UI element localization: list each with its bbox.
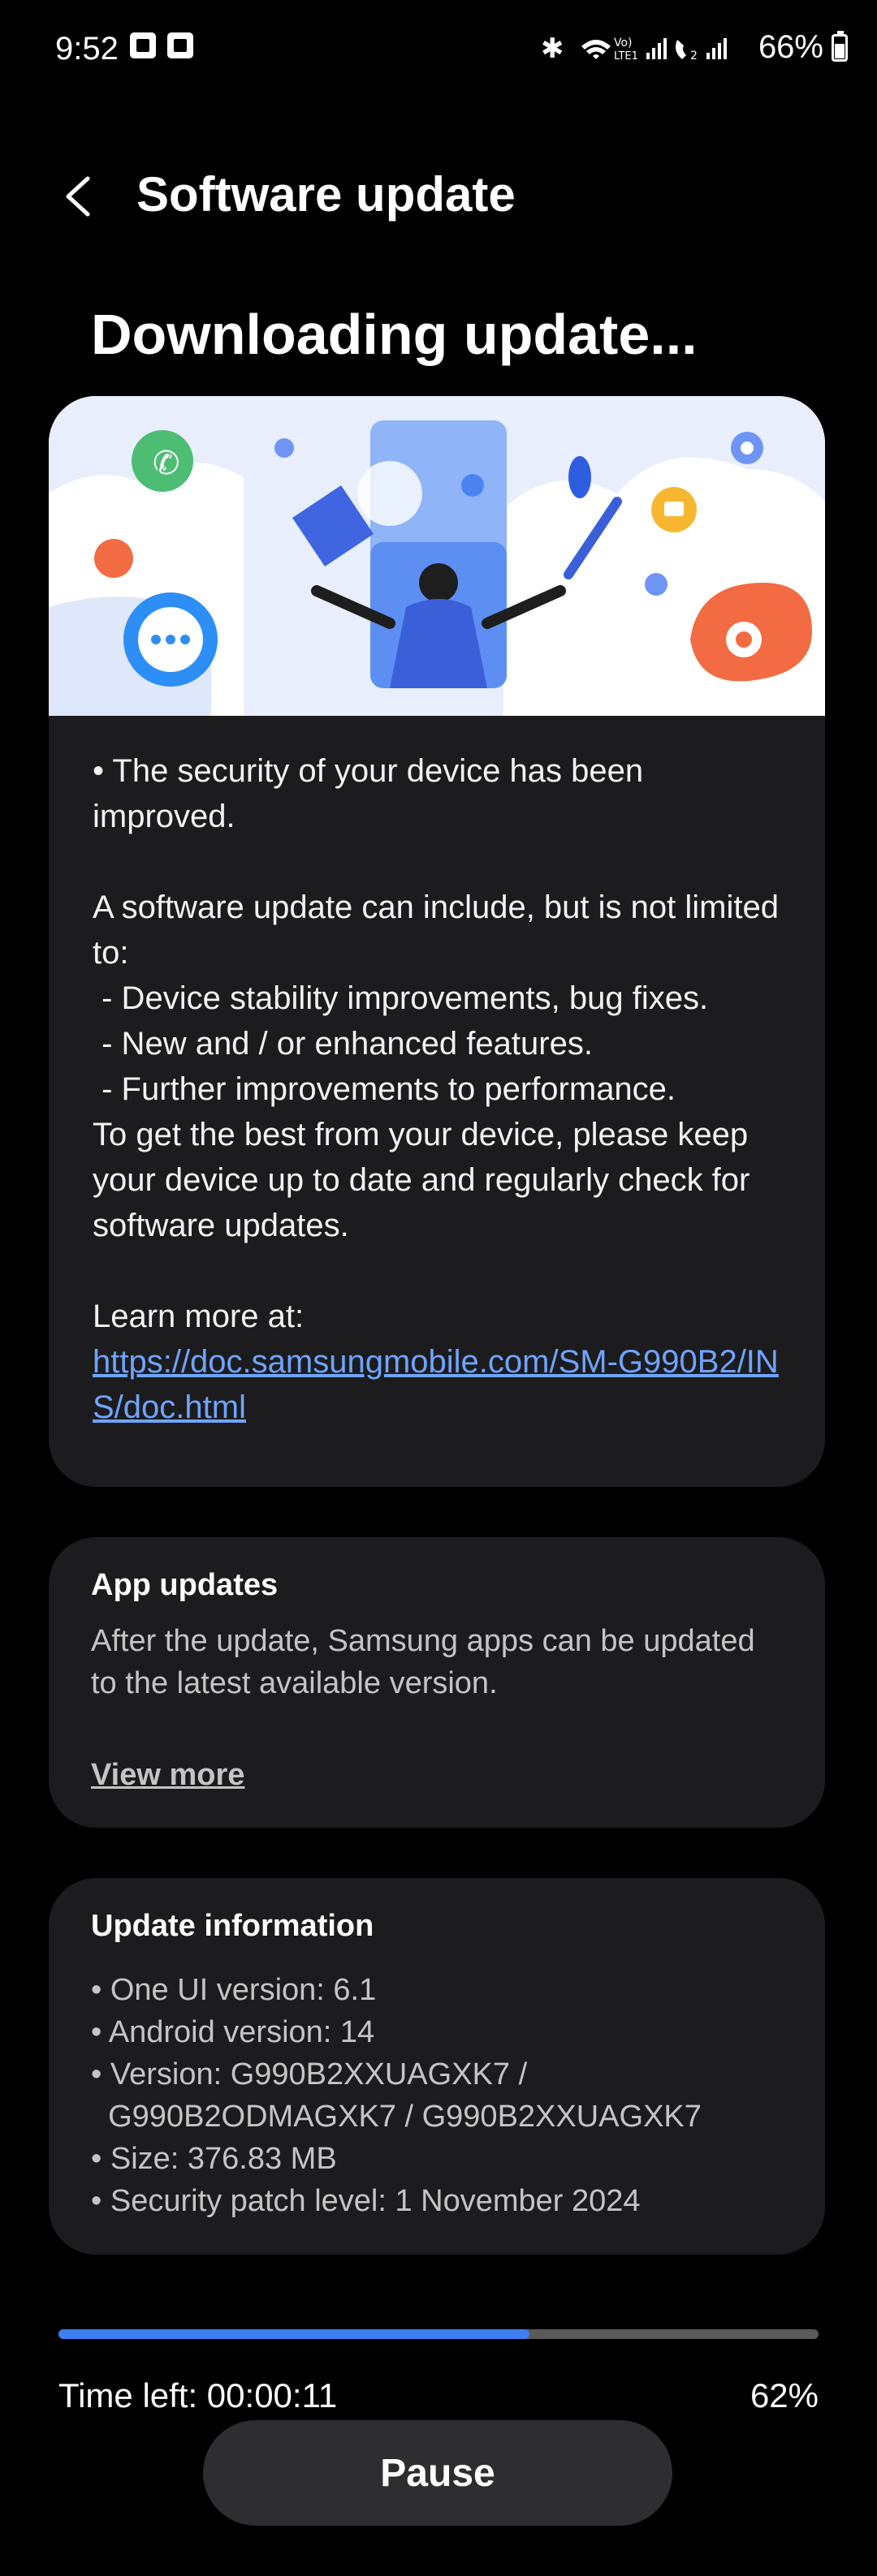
system-status: ✱ Vo) LTE1 2 66%	[539, 29, 848, 66]
download-progress-bar	[58, 2329, 819, 2339]
status-time: 9:52	[55, 31, 119, 67]
release-note-line	[93, 839, 791, 885]
music-notification-icon	[130, 32, 156, 58]
page-title: Software update	[136, 167, 516, 222]
signal-2-icon	[706, 52, 710, 59]
bluetooth-icon: ✱	[541, 32, 564, 64]
svg-text:LTE1: LTE1	[614, 50, 638, 62]
download-progress-fill	[58, 2329, 530, 2339]
info-security-patch: • Security patch level: 1 November 2024	[91, 2184, 641, 2218]
release-note-line: • The security of your device has been i…	[93, 753, 653, 834]
update-information-title: Update information	[91, 1909, 374, 1943]
svg-text:✆: ✆	[153, 445, 180, 482]
info-build-version: • Version: G990B2XXUAGXK7 /	[91, 2057, 528, 2091]
wifi-calling-icon	[675, 39, 686, 59]
view-more-link[interactable]: View more	[91, 1758, 244, 1793]
contact-bubble-icon	[94, 539, 133, 578]
release-note-line: To get the best from your device, please…	[93, 1117, 759, 1243]
app-updates-card: App updates After the update, Samsung ap…	[49, 1537, 825, 1828]
volte-icon: Vo)	[614, 37, 633, 50]
info-build-version-cont: G990B2ODMAGXK7 / G990B2XXUAGXK7	[91, 2100, 702, 2134]
update-illustration: ✆	[49, 396, 825, 716]
release-note-line	[93, 1248, 791, 1294]
release-note-line: Learn more at:	[93, 1299, 305, 1334]
wifi-icon	[581, 39, 611, 59]
info-size: • Size: 376.83 MB	[91, 2142, 337, 2176]
svg-text:2: 2	[690, 50, 698, 62]
release-note-line: - Further improvements to performance.	[93, 1071, 676, 1107]
app-updates-description: After the update, Samsung apps can be up…	[91, 1624, 755, 1700]
signal-icon	[646, 52, 650, 59]
info-android-version: • Android version: 14	[91, 2015, 375, 2049]
chevron-left-icon[interactable]	[57, 172, 106, 221]
time-left: Time left: 00:00:11	[58, 2376, 338, 2414]
download-status-heading: Downloading update...	[91, 303, 698, 366]
progress-percent: 62%	[750, 2376, 819, 2414]
release-notes-card: ✆ • The security of your device has been…	[49, 396, 825, 1487]
release-note-line: - Device stability improvements, bug fix…	[93, 980, 709, 1016]
update-information-card: Update information • One UI version: 6.1…	[49, 1878, 825, 2255]
info-one-ui-version: • One UI version: 6.1	[91, 1973, 377, 2007]
notification-icons	[130, 32, 193, 58]
battery-icon	[832, 30, 848, 62]
release-notes: • The security of your device has been i…	[93, 748, 791, 1430]
app-updates-title: App updates	[91, 1568, 279, 1602]
release-note-line: A software update can include, but is no…	[93, 890, 788, 971]
connectivity-icons: ✱ Vo) LTE1 2	[541, 32, 727, 64]
release-note-line: - New and / or enhanced features.	[93, 1026, 593, 1062]
learn-more-link[interactable]: https://doc.samsungmobile.com/SM-G990B2/…	[93, 1344, 779, 1425]
battery-percent: 66%	[758, 29, 823, 65]
pause-button[interactable]: Pause	[203, 2420, 672, 2526]
gallery-notification-icon	[167, 32, 193, 58]
